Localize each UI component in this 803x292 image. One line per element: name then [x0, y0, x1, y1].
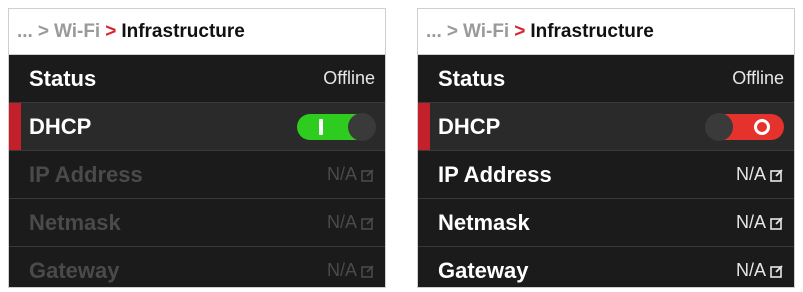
netmask-text: N/A: [735, 212, 766, 232]
breadcrumb-current: Infrastructure: [530, 20, 654, 42]
settings-panel-dhcp-on: ... > Wi-Fi > Infrastructure Status Offl…: [8, 8, 386, 288]
netmask-text: N/A: [326, 212, 357, 232]
dhcp-label: DHCP: [29, 113, 92, 139]
ip-address-text: N/A: [735, 164, 766, 184]
dhcp-toggle[interactable]: [297, 112, 376, 141]
netmask-value: N/A: [327, 212, 375, 233]
dhcp-row[interactable]: DHCP: [418, 103, 794, 151]
dhcp-label: DHCP: [438, 113, 501, 139]
gateway-text: N/A: [735, 260, 766, 280]
status-row: Status Offline: [9, 55, 385, 103]
breadcrumb-wifi[interactable]: Wi-Fi: [463, 21, 509, 43]
edit-icon[interactable]: [770, 216, 784, 230]
netmask-label: Netmask: [438, 209, 530, 235]
status-value: Offline: [323, 68, 375, 88]
toggle-knob: [705, 112, 733, 141]
netmask-row[interactable]: Netmask N/A: [418, 199, 794, 247]
edit-icon: [361, 216, 374, 230]
gateway-row: Gateway N/A: [9, 247, 385, 287]
toggle-knob: [348, 112, 376, 141]
breadcrumb-separator: >: [446, 20, 458, 42]
ip-address-value: N/A: [736, 164, 784, 185]
netmask-row: Netmask N/A: [9, 199, 385, 247]
netmask-label: Netmask: [29, 209, 121, 235]
dhcp-toggle[interactable]: [705, 112, 784, 141]
breadcrumb-wifi[interactable]: Wi-Fi: [54, 21, 100, 43]
settings-panel-dhcp-off: ... > Wi-Fi > Infrastructure Status Offl…: [417, 8, 795, 288]
ip-address-row: IP Address N/A: [9, 151, 385, 199]
breadcrumb-prefix[interactable]: ...: [426, 21, 442, 43]
edit-icon: [361, 168, 374, 182]
breadcrumb-current: Infrastructure: [121, 20, 245, 42]
status-label: Status: [438, 65, 506, 91]
ip-address-label: IP Address: [438, 161, 552, 187]
ip-address-label: IP Address: [29, 161, 143, 187]
status-label: Status: [29, 65, 97, 91]
breadcrumb-separator: >: [37, 20, 49, 42]
edit-icon: [361, 264, 374, 278]
ip-address-value: N/A: [327, 164, 375, 185]
toggle-on-mark-icon: [319, 118, 323, 135]
status-value: Offline: [732, 68, 784, 88]
gateway-label: Gateway: [29, 257, 120, 283]
gateway-value: N/A: [736, 260, 784, 281]
gateway-text: N/A: [326, 260, 357, 280]
breadcrumb-prefix[interactable]: ...: [17, 21, 33, 43]
toggle-off-mark-icon: [754, 118, 770, 135]
edit-icon[interactable]: [770, 168, 784, 182]
ip-address-row[interactable]: IP Address N/A: [418, 151, 794, 199]
gateway-label: Gateway: [438, 257, 529, 283]
breadcrumb-separator-current: >: [105, 20, 117, 42]
breadcrumb: ... > Wi-Fi > Infrastructure: [9, 9, 385, 55]
breadcrumb: ... > Wi-Fi > Infrastructure: [418, 9, 794, 55]
gateway-value: N/A: [327, 260, 375, 281]
ip-address-text: N/A: [326, 164, 357, 184]
dhcp-row[interactable]: DHCP: [9, 103, 385, 151]
breadcrumb-separator-current: >: [514, 20, 526, 42]
edit-icon[interactable]: [770, 264, 784, 278]
netmask-value: N/A: [736, 212, 784, 233]
gateway-row[interactable]: Gateway N/A: [418, 247, 794, 287]
status-row: Status Offline: [418, 55, 794, 103]
